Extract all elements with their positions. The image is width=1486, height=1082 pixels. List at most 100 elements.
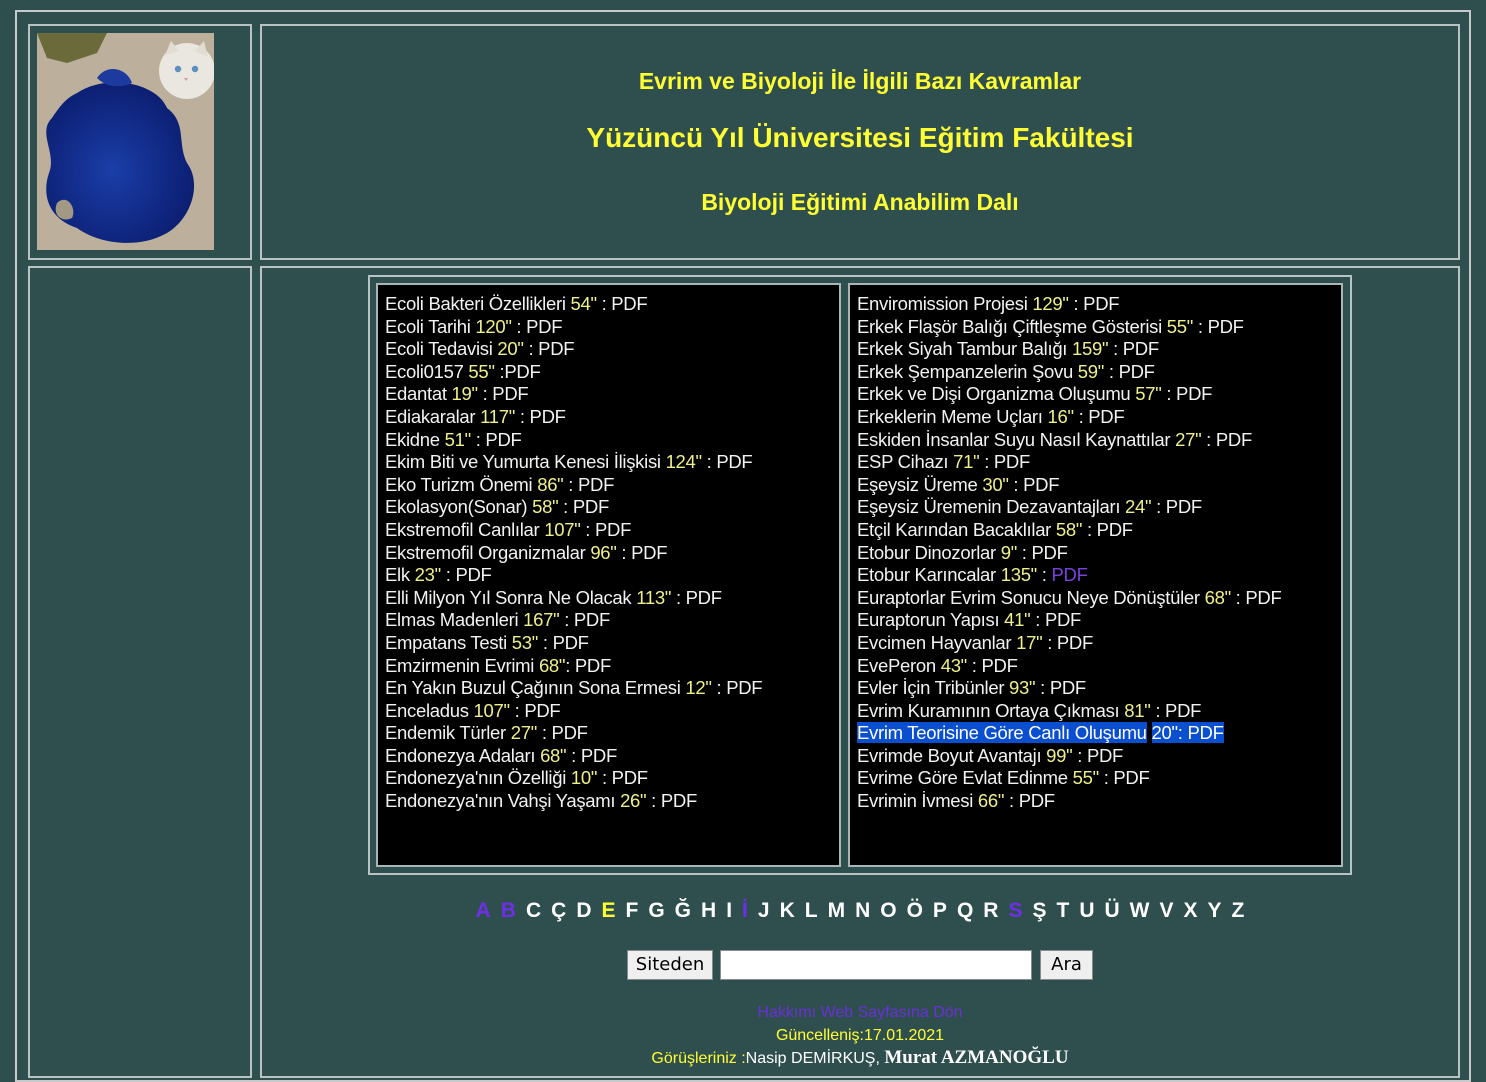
term-title[interactable]: Emzirmenin Evrimi (385, 655, 534, 676)
term-title[interactable]: Evrimin İvmesi (857, 790, 973, 811)
term-title[interactable]: Endemik Türler (385, 722, 506, 743)
pdf-link[interactable]: PDF (455, 564, 491, 585)
pdf-link[interactable]: PDF (1165, 700, 1201, 721)
pdf-link[interactable]: PDF (612, 767, 648, 788)
pdf-link[interactable]: PDF (1119, 361, 1155, 382)
term-title[interactable]: Eko Turizm Önemi (385, 474, 533, 495)
letter-link[interactable]: Ğ (675, 899, 691, 922)
term-title[interactable]: Ekstremofil Canlılar (385, 519, 540, 540)
term-title[interactable]: Evrim Teorisine Göre Canlı Oluşumu (857, 722, 1147, 744)
letter-link[interactable]: Ö (907, 899, 923, 922)
letter-link[interactable]: Q (957, 899, 973, 922)
pdf-link[interactable]: PDF (1023, 474, 1059, 495)
pdf-link[interactable]: PDF (595, 519, 631, 540)
term-title[interactable]: Endonezya'nın Vahşi Yaşamı (385, 790, 616, 811)
term-title[interactable]: Empatans Testi (385, 632, 507, 653)
author-link-azmanoglu[interactable]: Murat AZMANOĞLU (884, 1047, 1068, 1068)
letter-link[interactable]: V (1159, 899, 1173, 922)
term-title[interactable]: Ecoli Tarihi (385, 316, 471, 337)
pdf-link[interactable]: PDF (1087, 745, 1123, 766)
pdf-link[interactable]: PDF (485, 429, 521, 450)
pdf-link[interactable]: PDF (1050, 677, 1086, 698)
letter-link[interactable]: J (758, 899, 770, 922)
pdf-link[interactable]: PDF (1245, 587, 1281, 608)
author-link-demirkus[interactable]: Nasip DEMİRKUŞ, (746, 1050, 880, 1067)
pdf-link[interactable]: PDF (492, 383, 528, 404)
letter-link[interactable]: S (1008, 899, 1022, 922)
term-title[interactable]: Erkek Siyah Tambur Balığı (857, 338, 1067, 359)
term-title[interactable]: Etobur Karıncalar (857, 564, 996, 585)
letter-link[interactable]: O (880, 899, 896, 922)
letter-link[interactable]: H (701, 899, 716, 922)
term-title[interactable]: Ekstremofil Organizmalar (385, 542, 586, 563)
letter-link[interactable]: Z (1232, 899, 1245, 922)
search-input[interactable] (720, 950, 1032, 980)
letter-link[interactable]: L (805, 899, 818, 922)
pdf-link[interactable]: PDF (581, 745, 617, 766)
letter-link[interactable]: Ç (551, 899, 566, 922)
term-title[interactable]: Eşeysiz Üreme (857, 474, 978, 495)
letter-link[interactable]: A (476, 899, 491, 922)
pdf-link[interactable]: PDF (530, 406, 566, 427)
pdf-link[interactable]: PDF (981, 655, 1017, 676)
term-title[interactable]: Elli Milyon Yıl Sonra Ne Olacak (385, 587, 632, 608)
letter-link[interactable]: U (1079, 899, 1094, 922)
term-title[interactable]: Etçil Karından Bacaklılar (857, 519, 1051, 540)
letter-link[interactable]: Ş (1032, 899, 1046, 922)
pdf-link[interactable]: PDF (1187, 722, 1224, 744)
term-title[interactable]: Etobur Dinozorlar (857, 542, 996, 563)
term-title[interactable]: Erkek Şempanzelerin Şovu (857, 361, 1073, 382)
letter-link[interactable]: W (1130, 899, 1150, 922)
letter-link[interactable]: İ (742, 899, 748, 922)
term-title[interactable]: Ekolasyon(Sonar) (385, 496, 528, 517)
term-title[interactable]: EvePeron (857, 655, 936, 676)
pdf-link[interactable]: PDF (574, 609, 610, 630)
term-title[interactable]: Evrimde Boyut Avantajı (857, 745, 1042, 766)
term-title[interactable]: Evler İçin Tribünler (857, 677, 1005, 698)
letter-link[interactable]: E (601, 899, 615, 922)
pdf-link[interactable]: PDF (611, 293, 647, 314)
pdf-link[interactable]: PDF (553, 632, 589, 653)
letter-link[interactable]: Ü (1104, 899, 1119, 922)
term-title[interactable]: Evrim Kuramının Ortaya Çıkması (857, 700, 1120, 721)
pdf-link[interactable]: PDF (1166, 496, 1202, 517)
pdf-link[interactable]: PDF (538, 338, 574, 359)
letter-link[interactable]: B (501, 899, 516, 922)
letter-link[interactable]: I (726, 899, 732, 922)
letter-link[interactable]: K (780, 899, 795, 922)
term-title[interactable]: Ekim Biti ve Yumurta Kenesi İlişkisi (385, 451, 661, 472)
pdf-link[interactable]: PDF (552, 722, 588, 743)
pdf-link[interactable]: PDF (1097, 519, 1133, 540)
term-title[interactable]: Erkek Flaşör Balığı Çiftleşme Gösterisi (857, 316, 1162, 337)
letter-link[interactable]: F (626, 899, 639, 922)
letter-link[interactable]: N (855, 899, 870, 922)
pdf-link[interactable]: PDF (716, 451, 752, 472)
term-title[interactable]: Endonezya'nın Özelliği (385, 767, 566, 788)
term-title[interactable]: Elk (385, 564, 410, 585)
term-title[interactable]: Enceladus (385, 700, 469, 721)
term-title[interactable]: Ekidne (385, 429, 440, 450)
pdf-link[interactable]: PDF (1113, 767, 1149, 788)
pdf-link[interactable]: PDF (526, 316, 562, 337)
letter-link[interactable]: T (1056, 899, 1069, 922)
term-title[interactable]: Ediakaralar (385, 406, 476, 427)
term-title[interactable]: Eşeysiz Üremenin Dezavantajları (857, 496, 1120, 517)
about-link[interactable]: Hakkımı Web Sayfasına Dön (260, 1004, 1460, 1022)
pdf-link[interactable]: PDF (1045, 609, 1081, 630)
term-title[interactable]: Enviromission Projesi (857, 293, 1028, 314)
lake-cat-logo-image[interactable] (37, 33, 214, 250)
pdf-link[interactable]: PDF (686, 587, 722, 608)
term-title[interactable]: Erkeklerin Meme Uçları (857, 406, 1043, 427)
pdf-link[interactable]: PDF (573, 496, 609, 517)
term-title[interactable]: En Yakın Buzul Çağının Sona Ermesi (385, 677, 681, 698)
pdf-link[interactable]: PDF (1088, 406, 1124, 427)
pdf-link[interactable]: PDF (575, 655, 611, 676)
pdf-link[interactable]: PDF (726, 677, 762, 698)
pdf-link[interactable]: PDF (578, 474, 614, 495)
term-title[interactable]: ESP Cihazı (857, 451, 949, 472)
term-title[interactable]: Euraptorlar Evrim Sonucu Neye Dönüştüler (857, 587, 1200, 608)
term-title[interactable]: Endonezya Adaları (385, 745, 536, 766)
term-title[interactable]: Evrime Göre Evlat Edinme (857, 767, 1068, 788)
term-title[interactable]: Ecoli Tedavisi (385, 338, 493, 359)
term-title[interactable]: Erkek ve Dişi Organizma Oluşumu (857, 383, 1131, 404)
